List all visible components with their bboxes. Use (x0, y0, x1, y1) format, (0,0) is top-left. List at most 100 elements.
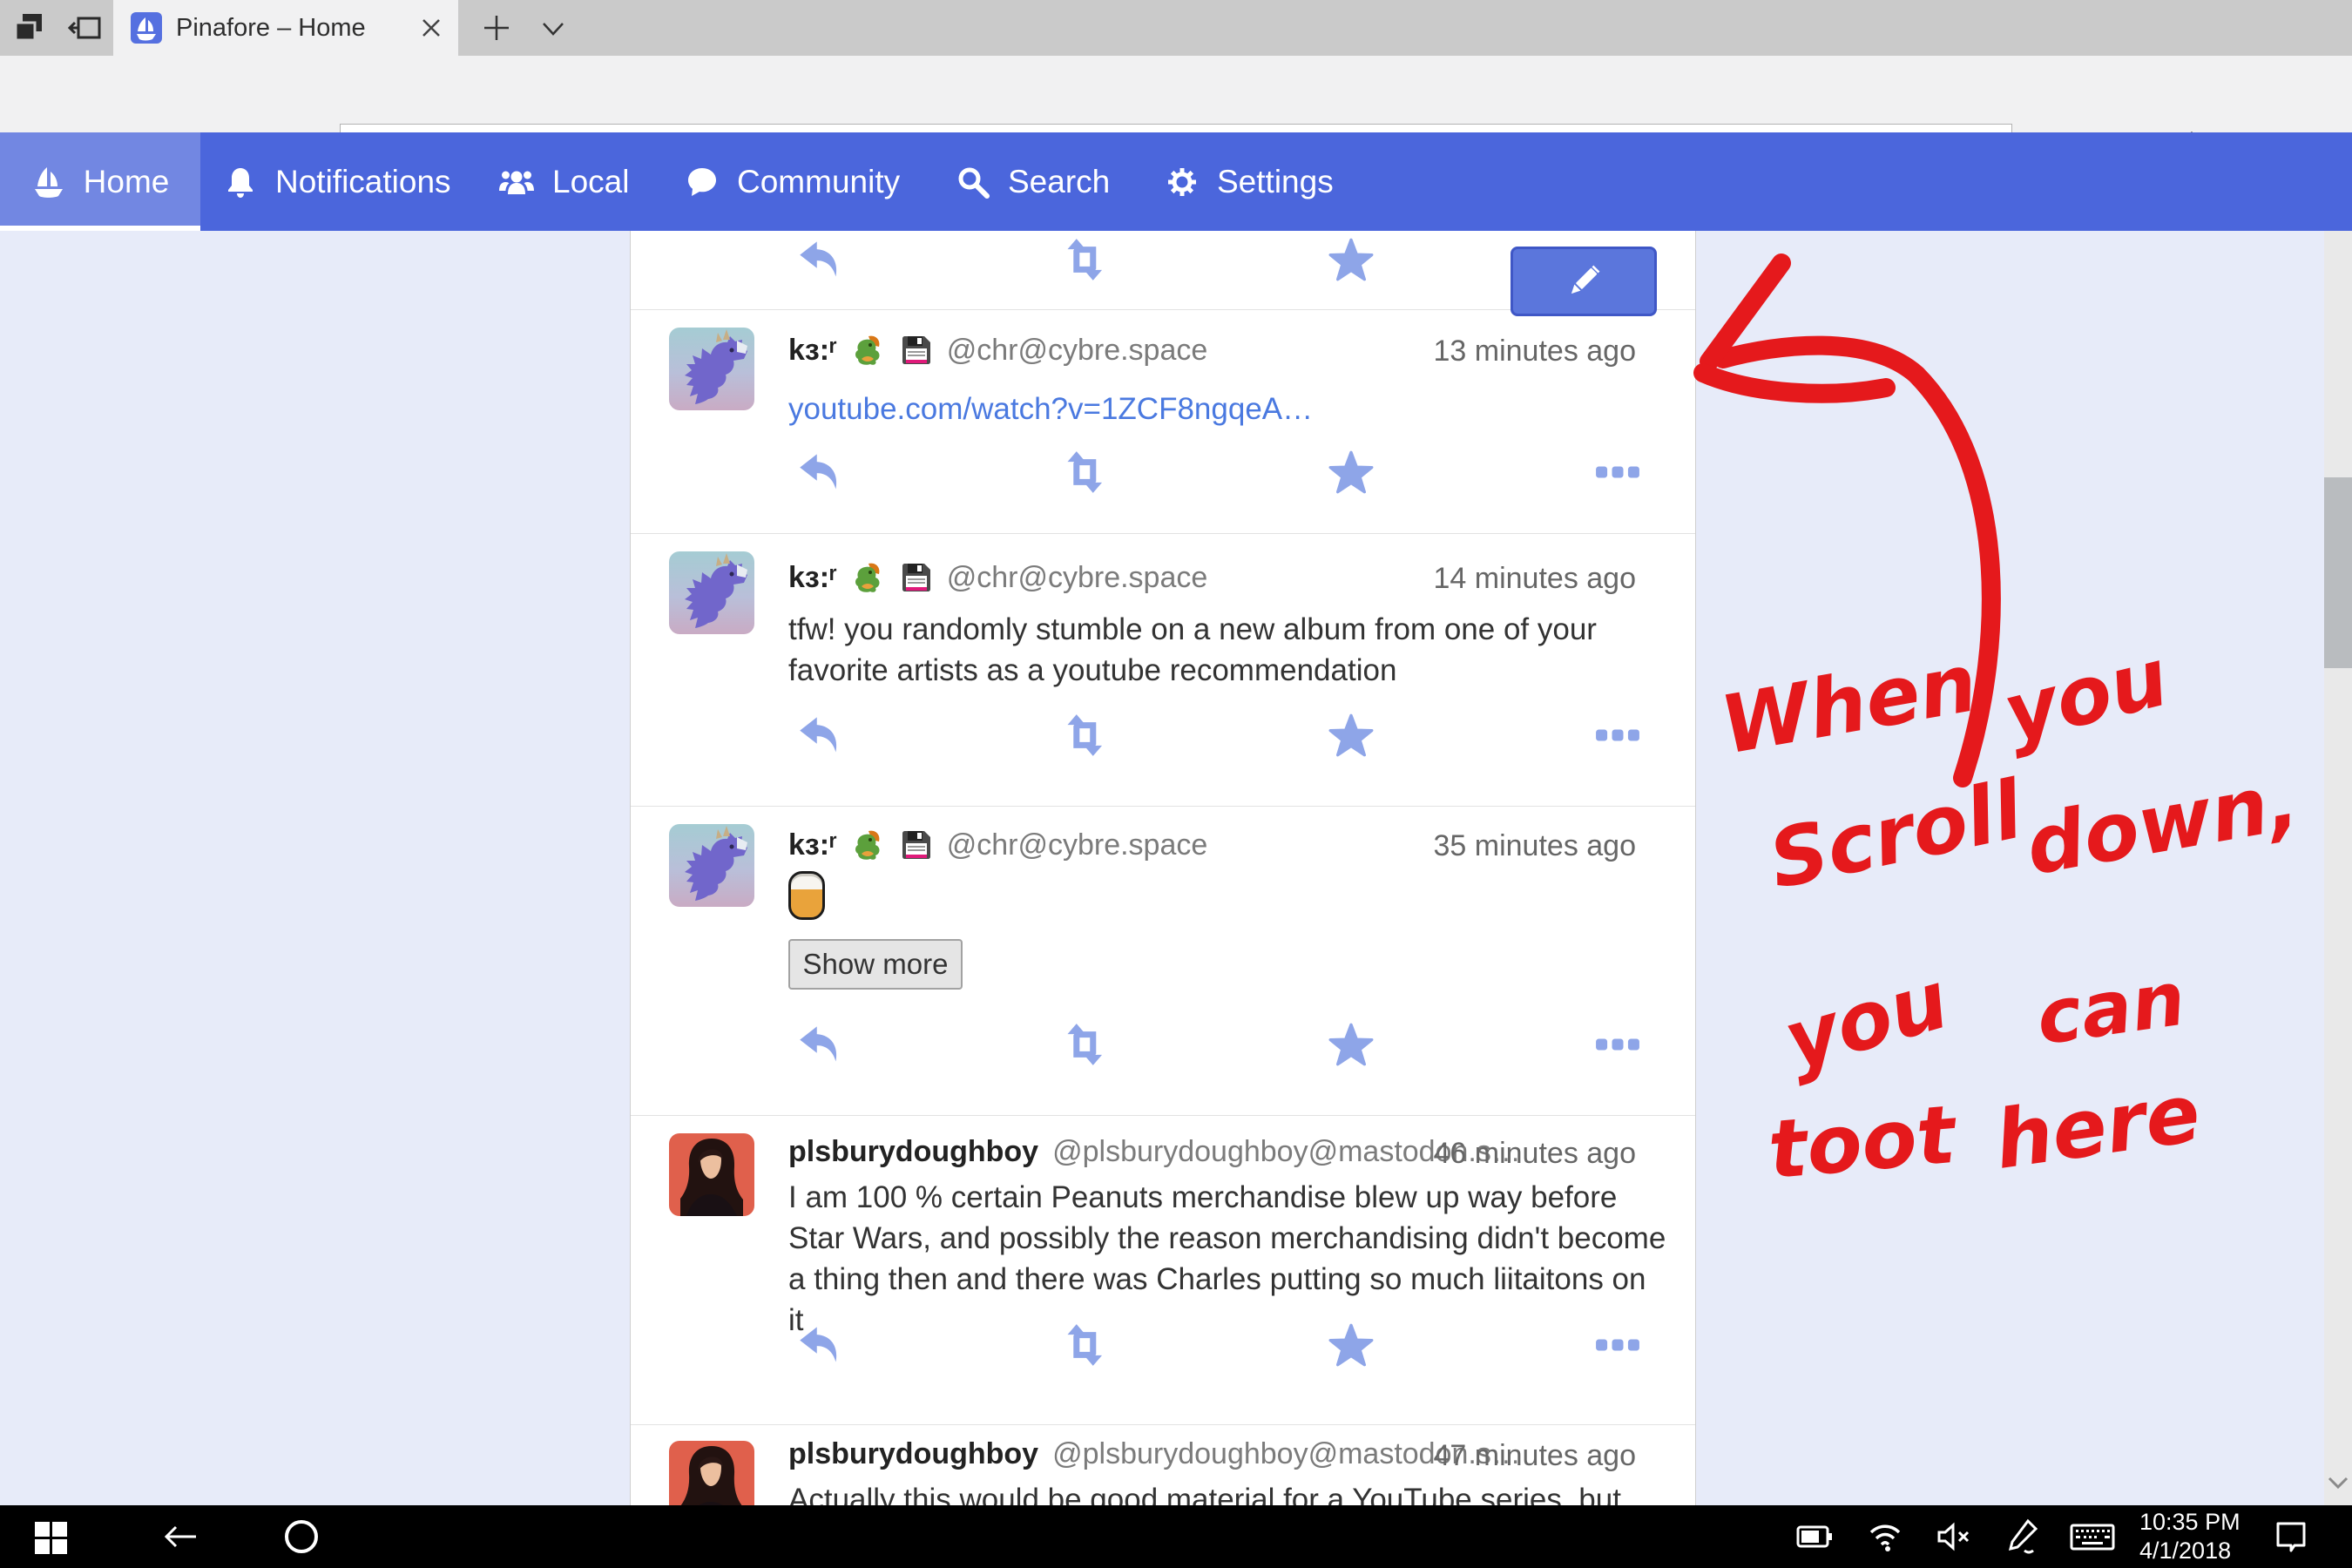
set-tabs-aside-icon[interactable] (12, 12, 45, 45)
browser-toolbar: https://dev.pinafore.social/ (0, 56, 2352, 132)
timestamp[interactable]: 13 minutes ago (1434, 335, 1637, 368)
display-name[interactable]: kз:ʳ (788, 828, 837, 862)
clock-time: 10:35 PM (2139, 1508, 2270, 1537)
action-center-icon[interactable] (2272, 1517, 2310, 1556)
wifi-icon[interactable] (1866, 1517, 1904, 1556)
more-options-icon[interactable] (1595, 1022, 1640, 1067)
nav-label: Search (1008, 164, 1110, 200)
windows-start-icon[interactable] (31, 1517, 70, 1556)
pinafore-nav: Home Notifications Local Community Sea (0, 132, 2352, 231)
timestamp[interactable]: 46 minutes ago (1434, 1137, 1637, 1171)
timestamp[interactable]: 47 minutes ago (1434, 1439, 1637, 1473)
timestamp[interactable]: 14 minutes ago (1434, 562, 1637, 596)
avatar[interactable] (669, 328, 754, 410)
avatar[interactable] (669, 1133, 754, 1216)
nav-item-community[interactable]: Community (685, 132, 900, 231)
avatar[interactable] (669, 551, 754, 634)
boost-icon[interactable] (1062, 237, 1107, 282)
favorite-icon[interactable] (1328, 1022, 1374, 1067)
timestamp[interactable]: 35 minutes ago (1434, 829, 1637, 863)
search-icon (956, 165, 990, 199)
display-name[interactable]: plsburydoughboy (788, 1437, 1038, 1471)
nav-item-local[interactable]: Local (498, 132, 629, 231)
tab-close-icon[interactable] (420, 17, 443, 39)
sailboat-icon (31, 165, 66, 199)
toot-text: I am 100 % certain Peanuts merchandise b… (788, 1177, 1668, 1341)
display-name[interactable]: kз:ʳ (788, 334, 837, 368)
page-content: kз:ʳ @chr@cybre.space 13 minutes ago you… (0, 231, 2352, 1505)
toot: kз:ʳ @chr@cybre.space 13 minutes ago you… (631, 309, 1695, 533)
toot-header: plsburydoughboy @plsburydoughboy@mastodo… (788, 1437, 1521, 1471)
toot: kз:ʳ @chr@cybre.space 35 minutes ago Sho… (631, 806, 1695, 1115)
nav-label: Community (737, 164, 900, 200)
annotation-word: down, (2019, 754, 2305, 894)
annotation-word: here (1990, 1066, 2206, 1187)
account-handle[interactable]: @chr@cybre.space (947, 561, 1208, 595)
account-handle[interactable]: @chr@cybre.space (947, 828, 1208, 862)
scrollbar-track[interactable] (2324, 231, 2352, 1505)
reply-icon[interactable] (797, 713, 842, 758)
gear-icon (1165, 165, 1200, 199)
reply-icon[interactable] (797, 449, 842, 495)
annotation-word: can (2031, 956, 2191, 1063)
new-tab-button[interactable] (481, 12, 512, 44)
reply-icon[interactable] (797, 1322, 842, 1368)
tab-preview-icon[interactable] (68, 12, 101, 45)
floppy-disk-emoji (900, 334, 933, 367)
timeline: kз:ʳ @chr@cybre.space 13 minutes ago you… (630, 231, 1696, 1505)
clock-date: 4/1/2018 (2139, 1537, 2270, 1565)
tab-list-chevron-icon[interactable] (540, 17, 566, 40)
toot-body: youtube.com/watch?v=1ZCF8ngqeA… (788, 389, 1668, 429)
reply-icon[interactable] (797, 237, 842, 282)
toot-header: kз:ʳ @chr@cybre.space (788, 828, 1207, 862)
scrollbar-thumb[interactable] (2324, 477, 2352, 668)
toot-header: kз:ʳ @chr@cybre.space (788, 560, 1207, 595)
avatar[interactable] (669, 824, 754, 907)
display-name[interactable]: plsburydoughboy (788, 1135, 1038, 1169)
boost-icon[interactable] (1062, 1322, 1107, 1368)
cortana-icon[interactable] (282, 1517, 321, 1556)
boost-icon[interactable] (1062, 713, 1107, 758)
windows-taskbar: 10:35 PM 4/1/2018 (0, 1505, 2352, 1568)
nav-item-home[interactable]: Home (0, 132, 200, 231)
nav-item-settings[interactable]: Settings (1165, 132, 1334, 231)
browser-tab[interactable]: Pinafore – Home (113, 0, 458, 56)
spoiler-emoji (788, 871, 825, 920)
taskbar-clock[interactable]: 10:35 PM 4/1/2018 (2139, 1508, 2270, 1565)
toot-link[interactable]: youtube.com/watch?v=1ZCF8ngqeA… (788, 392, 1313, 426)
toot-text: tfw! you randomly stumble on a new album… (788, 609, 1668, 691)
touch-keyboard-icon[interactable] (2070, 1517, 2115, 1556)
volume-muted-icon[interactable] (1934, 1517, 1972, 1556)
display-name[interactable]: kз:ʳ (788, 561, 837, 595)
toot-header: plsburydoughboy @plsburydoughboy@mastodo… (788, 1135, 1521, 1169)
nav-item-search[interactable]: Search (956, 132, 1110, 231)
tab-title: Pinafore – Home (176, 14, 366, 43)
screen: { "browser": { "tab_title": "Pinafore – … (0, 0, 2352, 1568)
favorite-icon[interactable] (1328, 449, 1374, 495)
toot: kз:ʳ @chr@cybre.space 14 minutes ago tfw… (631, 533, 1695, 806)
boost-icon[interactable] (1062, 449, 1107, 495)
compose-toot-button[interactable] (1511, 247, 1657, 316)
favorite-icon[interactable] (1328, 237, 1374, 282)
nav-label: Notifications (275, 164, 451, 200)
more-options-icon[interactable] (1595, 449, 1640, 495)
account-handle[interactable]: @chr@cybre.space (947, 334, 1208, 368)
more-options-icon[interactable] (1595, 1322, 1640, 1368)
favorite-icon[interactable] (1328, 713, 1374, 758)
battery-icon[interactable] (1796, 1517, 1835, 1556)
annotation-word: Scroll (1761, 763, 2030, 907)
favorite-icon[interactable] (1328, 1322, 1374, 1368)
pen-icon[interactable] (2004, 1517, 2042, 1556)
toot-text: Actually this would be good material for… (788, 1479, 1668, 1505)
boost-icon[interactable] (1062, 1022, 1107, 1067)
nav-item-notifications[interactable]: Notifications (223, 132, 451, 231)
toot: plsburydoughboy @plsburydoughboy@mastodo… (631, 1115, 1695, 1424)
reply-icon[interactable] (797, 1022, 842, 1067)
scrollbar-down-arrow-icon[interactable] (2326, 1472, 2350, 1493)
annotation-word: toot (1765, 1088, 1959, 1197)
avatar[interactable] (669, 1441, 754, 1505)
taskbar-back-icon[interactable] (161, 1517, 199, 1556)
show-more-button[interactable]: Show more (788, 939, 963, 990)
dragon-emoji (851, 560, 886, 595)
more-options-icon[interactable] (1595, 713, 1640, 758)
